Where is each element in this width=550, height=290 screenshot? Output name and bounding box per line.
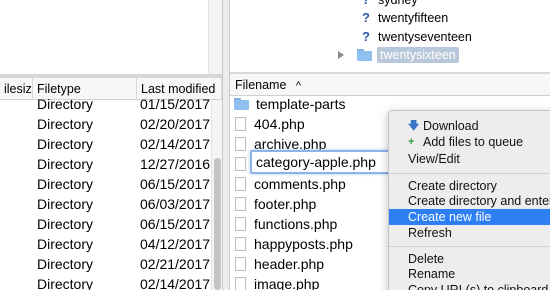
rename-input[interactable]: category-apple.php [250,150,392,174]
menu-item-rename[interactable]: Rename [389,266,550,282]
file-icon [235,177,246,191]
sort-ascending-icon: ^ [295,80,302,92]
menu-item-create-directory-and-enter[interactable]: Create directory and enter [389,193,550,209]
remote-tree-pane[interactable]: ? sydney ? twentyfifteen ? twentysevente… [230,0,550,72]
menu-item-create-new-file[interactable]: Create new file [389,209,550,225]
question-icon: ? [360,0,372,7]
local-row[interactable]: Directory 02/20/2017 [0,115,210,135]
tree-item-sydney[interactable]: ? sydney [360,0,418,9]
file-icon [235,237,246,251]
local-row[interactable]: Directory 12/27/2016 [0,155,210,175]
remote-list-header: Filename ^ [230,74,550,96]
local-row[interactable]: Directory 02/21/2017 [0,255,210,275]
menu-item-download[interactable]: 🡇 Download [389,118,550,134]
local-list-scroll-thumb[interactable] [214,158,221,290]
pane-splitter[interactable] [222,0,230,290]
menu-item-add-files-to-queue[interactable]: + Add files to queue [389,134,550,150]
question-icon: ? [362,29,370,44]
tree-item-twentyseventeen[interactable]: ? twentyseventeen [360,28,472,46]
local-row[interactable]: Directory 06/15/2017 [0,175,210,195]
menu-item-copy-url[interactable]: Copy URL(s) to clipboard [389,282,550,290]
download-icon: 🡇 [408,120,420,132]
header-filename[interactable]: Filename ^ [230,74,550,96]
menu-separator [389,173,550,174]
file-icon [235,197,246,211]
tree-item-twentysixteen[interactable]: twentysixteen [357,46,459,64]
tree-item-twentyfifteen[interactable]: ? twentyfifteen [360,9,448,27]
local-tree-scrollbar[interactable] [208,0,222,74]
menu-item-refresh[interactable]: Refresh [389,225,550,241]
local-row[interactable]: Directory 04/12/2017 [0,235,210,255]
context-menu[interactable]: 🡇 Download + Add files to queue View/Edi… [388,110,550,290]
folder-icon [357,49,372,61]
local-file-list[interactable]: ilesize Filetype Last modified Directory… [0,78,222,290]
menu-item-create-directory[interactable]: Create directory [389,178,550,194]
add-queue-icon: + [408,136,415,148]
local-horizontal-splitter[interactable] [0,74,222,78]
file-icon [235,117,246,131]
menu-item-delete[interactable]: Delete [389,251,550,267]
menu-item-view-edit[interactable]: View/Edit [389,151,550,167]
local-row[interactable]: Directory 06/03/2017 [0,195,210,215]
file-icon [235,217,246,231]
file-icon [235,257,246,271]
file-icon [235,157,246,171]
file-icon [235,137,246,151]
folder-icon [234,98,249,110]
local-row[interactable]: Directory 06/15/2017 [0,215,210,235]
local-row[interactable]: Directory 02/14/2017 [0,275,210,290]
local-row[interactable]: Directory 01/15/2017 : [0,95,218,115]
question-icon: ? [362,10,370,25]
file-icon [235,277,246,290]
local-list-scrollbar[interactable] [211,100,222,290]
menu-separator [389,246,550,247]
expand-arrow-icon[interactable] [338,51,344,59]
local-row[interactable]: Directory 02/14/2017 [0,135,210,155]
local-tree-pane[interactable] [0,0,222,74]
